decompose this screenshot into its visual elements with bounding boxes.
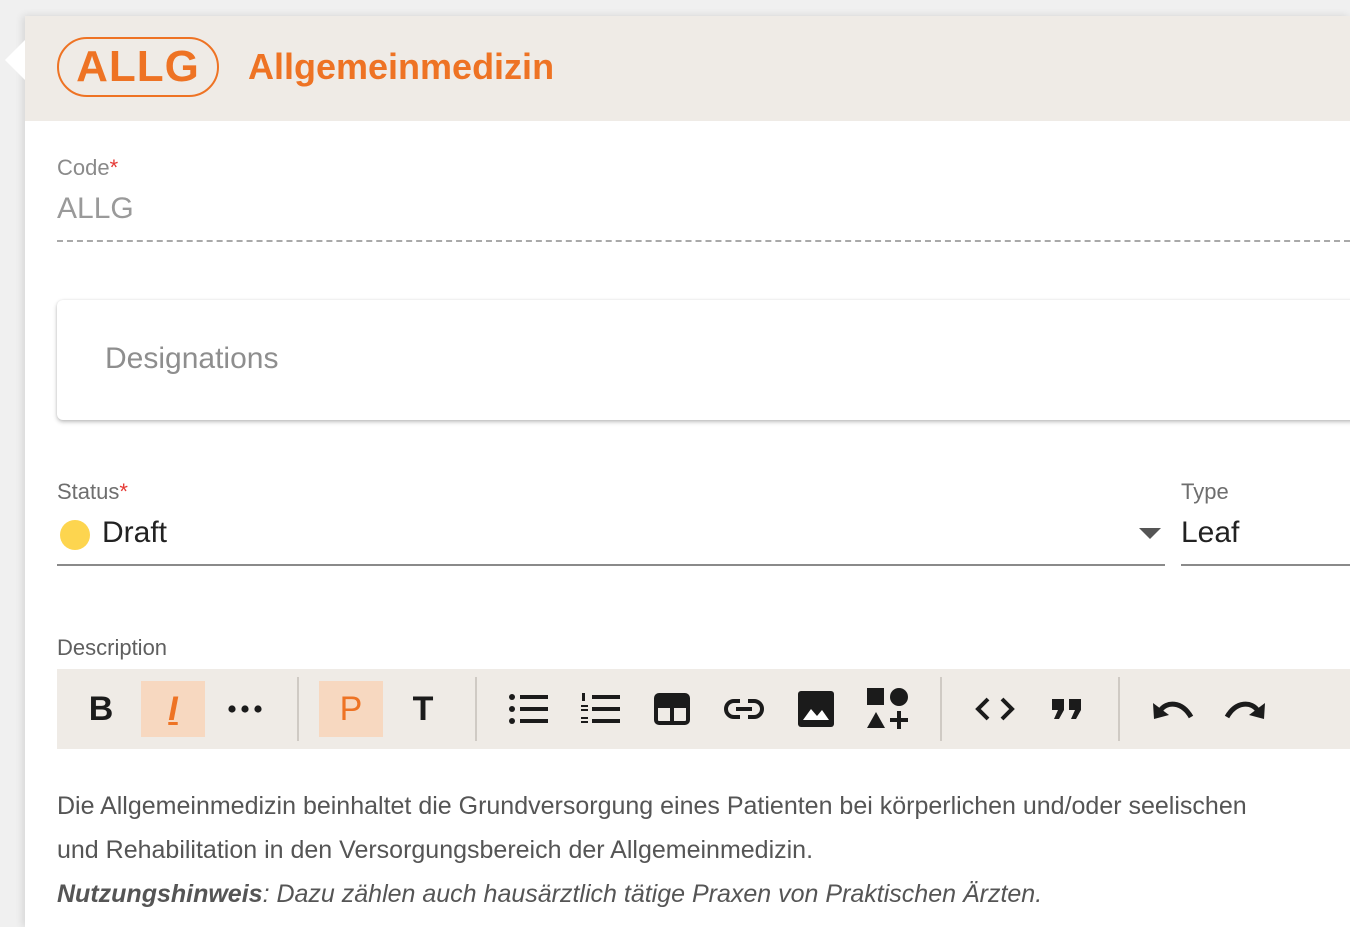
quote-icon <box>1052 699 1081 719</box>
numbered-list-icon <box>581 693 620 723</box>
editor-toolbar: B I P T <box>57 669 1350 749</box>
redo-icon <box>1224 701 1265 719</box>
table-button[interactable] <box>644 681 700 737</box>
status-select[interactable]: Draft <box>57 508 1165 566</box>
shapes-icon <box>867 688 908 729</box>
panel-header: ALLG Allgemeinmedizin <box>25 16 1350 121</box>
type-field[interactable]: Leaf <box>1181 508 1350 566</box>
code-icon <box>975 697 1015 721</box>
numbered-list-button[interactable] <box>572 681 628 737</box>
required-marker: * <box>119 479 128 504</box>
text-icon: T <box>412 689 434 728</box>
page-title: Allgemeinmedizin <box>248 46 555 87</box>
toolbar-divider <box>297 677 299 741</box>
more-button[interactable] <box>217 681 273 737</box>
panel-pointer <box>5 40 25 80</box>
status-label-text: Status <box>57 479 120 504</box>
paragraph-button[interactable]: P <box>319 681 383 737</box>
italic-icon: I <box>168 689 178 728</box>
code-label: Code* <box>57 155 118 181</box>
type-label: Type <box>1181 479 1229 504</box>
bold-icon: B <box>88 689 114 728</box>
link-icon <box>724 699 764 719</box>
description-label: Description <box>57 635 168 660</box>
code-label-text: Code <box>57 155 110 180</box>
italic-button[interactable]: I <box>141 681 205 737</box>
designations-card[interactable]: Designations <box>57 300 1350 420</box>
image-icon <box>798 691 834 727</box>
undo-icon <box>1153 701 1194 719</box>
bullet-list-button[interactable] <box>500 681 556 737</box>
description-line-2: und Rehabilitation in den Versorgungsber… <box>57 836 814 864</box>
more-icon <box>228 705 262 713</box>
link-button[interactable] <box>716 681 772 737</box>
description-line-1: Die Allgemeinmedizin beinhaltet die Grun… <box>57 792 1247 820</box>
code-button[interactable] <box>967 681 1023 737</box>
description-content[interactable]: Die Allgemeinmedizin beinhaltet die Grun… <box>57 784 1350 916</box>
type-value: Leaf <box>1181 516 1240 549</box>
required-marker: * <box>109 155 119 180</box>
detail-panel: ALLG Allgemeinmedizin Code* ALLG Designa… <box>25 16 1350 927</box>
dropdown-arrow-icon[interactable] <box>1139 528 1161 539</box>
redo-button[interactable] <box>1217 681 1273 737</box>
bold-button[interactable]: B <box>73 681 129 737</box>
paragraph-icon: P <box>339 689 363 728</box>
status-value: Draft <box>102 516 168 549</box>
undo-button[interactable] <box>1145 681 1201 737</box>
table-icon <box>654 693 690 725</box>
status-dot-icon <box>60 520 90 550</box>
code-field: ALLG <box>57 192 134 225</box>
designations-label: Designations <box>105 342 279 375</box>
usage-note-text: : Dazu zählen auch hausärztlich tätige P… <box>262 880 1043 908</box>
quote-button[interactable] <box>1039 681 1095 737</box>
bullet-list-icon <box>509 694 548 724</box>
usage-note-label: Nutzungshinweis <box>57 880 263 908</box>
code-badge: ALLG <box>57 37 219 97</box>
usage-note: Nutzungshinweis: Dazu zählen auch hausär… <box>57 872 1350 916</box>
toolbar-divider <box>940 677 942 741</box>
shapes-button[interactable] <box>860 681 916 737</box>
image-button[interactable] <box>788 681 844 737</box>
toolbar-divider <box>475 677 477 741</box>
text-style-button[interactable]: T <box>395 681 451 737</box>
code-field-underline <box>57 240 1350 242</box>
toolbar-divider <box>1118 677 1120 741</box>
status-label: Status* <box>57 479 128 505</box>
